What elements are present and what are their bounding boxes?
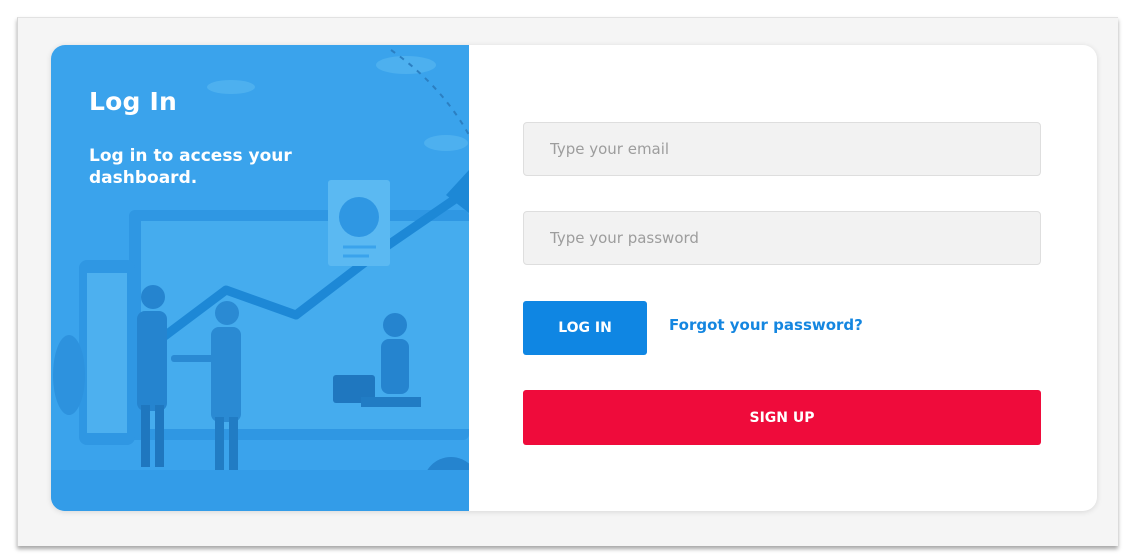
hero-subtitle: Log in to access your dashboard. [89, 146, 292, 188]
password-input[interactable] [523, 211, 1041, 265]
login-card: Log In Log in to access your dashboard. … [51, 45, 1097, 511]
hero-panel: Log In Log in to access your dashboard. [51, 45, 469, 511]
email-input[interactable] [523, 122, 1041, 176]
signup-button[interactable]: SIGN UP [523, 390, 1041, 445]
forgot-password-link[interactable]: Forgot your password? [669, 316, 863, 334]
hero-title: Log In [89, 87, 178, 116]
login-button[interactable]: LOG IN [523, 301, 647, 355]
